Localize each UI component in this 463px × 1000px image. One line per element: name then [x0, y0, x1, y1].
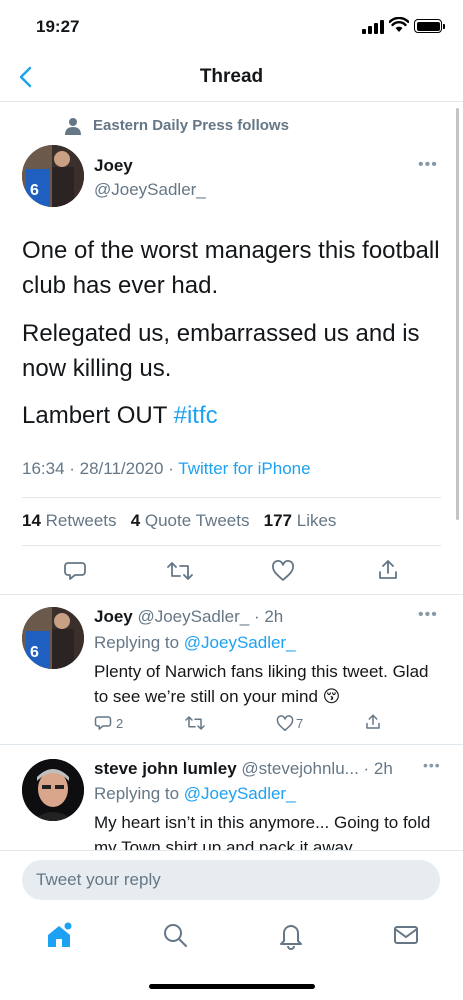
author-handle[interactable]: @JoeySadler_ [94, 180, 206, 200]
replying-to-label: Replying to [94, 784, 184, 803]
quotes-label: Quote Tweets [140, 511, 250, 530]
status-time: 19:27 [36, 17, 80, 36]
likes-count: 177 [263, 511, 293, 530]
replying-to-handle[interactable]: @JoeySadler_ [184, 633, 296, 652]
more-options-icon[interactable]: ••• [423, 757, 441, 773]
likes-stat[interactable]: 177 Likes [264, 511, 337, 530]
author-name[interactable]: Joey [94, 156, 133, 176]
notifications-icon[interactable] [278, 922, 304, 950]
search-icon[interactable] [162, 922, 188, 948]
avatar[interactable]: 6 [22, 145, 84, 207]
retweet-icon[interactable] [167, 559, 193, 583]
reply-time: · 2h [358, 759, 393, 778]
share-icon[interactable] [376, 558, 400, 582]
tweet-meta: 16:34 · 28/11/2020 · Twitter for iPhone [22, 459, 311, 479]
reply-header: steve john lumley @stevejohnlu... · 2h [94, 759, 393, 779]
tweet-text-paragraph-3: Lambert OUT #itfc [22, 398, 442, 433]
home-icon[interactable] [45, 922, 73, 950]
replying-to-label: Replying to [94, 633, 184, 652]
tweet-text-paragraph-2: Relegated us, embarrassed us and is now … [22, 320, 420, 382]
messages-icon[interactable] [393, 922, 419, 948]
reply-author-name[interactable]: Joey [94, 607, 133, 626]
hashtag-link[interactable]: #itfc [174, 402, 218, 429]
reply-author-handle[interactable]: @JoeySadler_ [133, 607, 249, 626]
quotes-stat[interactable]: 4 Quote Tweets [131, 511, 250, 530]
avatar-image [22, 759, 84, 821]
home-indicator [149, 984, 315, 989]
divider [0, 744, 463, 745]
tweet-text-last-line: Lambert OUT [22, 402, 174, 429]
divider [22, 497, 441, 498]
reply-time: · 2h [249, 607, 284, 626]
likes-label: Likes [292, 511, 337, 530]
replying-to: Replying to @JoeySadler_ [94, 784, 296, 804]
replying-to: Replying to @JoeySadler_ [94, 633, 296, 653]
tweet-text-paragraph-1: One of the worst managers this football … [22, 237, 440, 299]
wifi-icon [389, 17, 409, 32]
reply-icon[interactable] [94, 714, 112, 732]
more-options-icon[interactable]: ••• [418, 156, 438, 174]
tweet-timestamp: 16:34 · 28/11/2020 · [22, 459, 179, 478]
avatar[interactable]: 6 [22, 607, 84, 669]
battery-icon [414, 19, 445, 33]
svg-text:6: 6 [30, 644, 39, 661]
retweet-icon[interactable] [185, 714, 205, 732]
retweets-label: Retweets [40, 511, 117, 530]
divider [0, 594, 463, 595]
nav-bar: Thread [0, 54, 463, 102]
reply-composer: Tweet your reply [0, 850, 463, 910]
page-title: Thread [199, 66, 264, 87]
reply-text: Plenty of Narwich fans liking this tweet… [94, 662, 429, 706]
more-options-icon[interactable]: ••• [418, 606, 438, 624]
scrollbar[interactable] [456, 108, 459, 520]
like-count: 7 [296, 716, 304, 731]
avatar-image: 6 [22, 607, 84, 669]
signal-icon [362, 20, 384, 34]
retweets-stat[interactable]: 14 Retweets [22, 511, 117, 530]
divider [22, 545, 441, 546]
share-icon[interactable] [364, 713, 382, 731]
retweets-count: 14 [22, 511, 41, 530]
like-icon[interactable] [271, 560, 295, 582]
reply-author-handle[interactable]: @stevejohnlu... [237, 759, 358, 778]
status-bar: 19:27 [0, 0, 463, 54]
replying-to-handle[interactable]: @JoeySadler_ [184, 784, 296, 803]
tweet-stats: 14 Retweets 4 Quote Tweets 177 Likes [22, 511, 336, 531]
avatar[interactable] [22, 759, 84, 821]
quotes-count: 4 [130, 511, 141, 530]
reply-header: Joey @JoeySadler_ · 2h [94, 607, 283, 627]
like-icon[interactable] [276, 715, 294, 732]
tweet-source-link[interactable]: Twitter for iPhone [178, 459, 310, 478]
reply-author-name[interactable]: steve john lumley [94, 759, 237, 778]
svg-text:6: 6 [30, 182, 39, 199]
reply-input[interactable]: Tweet your reply [22, 860, 440, 900]
reply-count: 2 [116, 716, 124, 731]
social-context[interactable]: Eastern Daily Press follows [93, 117, 289, 134]
person-icon [65, 118, 81, 135]
avatar-image: 6 [22, 145, 84, 207]
reply-icon[interactable] [63, 559, 87, 583]
